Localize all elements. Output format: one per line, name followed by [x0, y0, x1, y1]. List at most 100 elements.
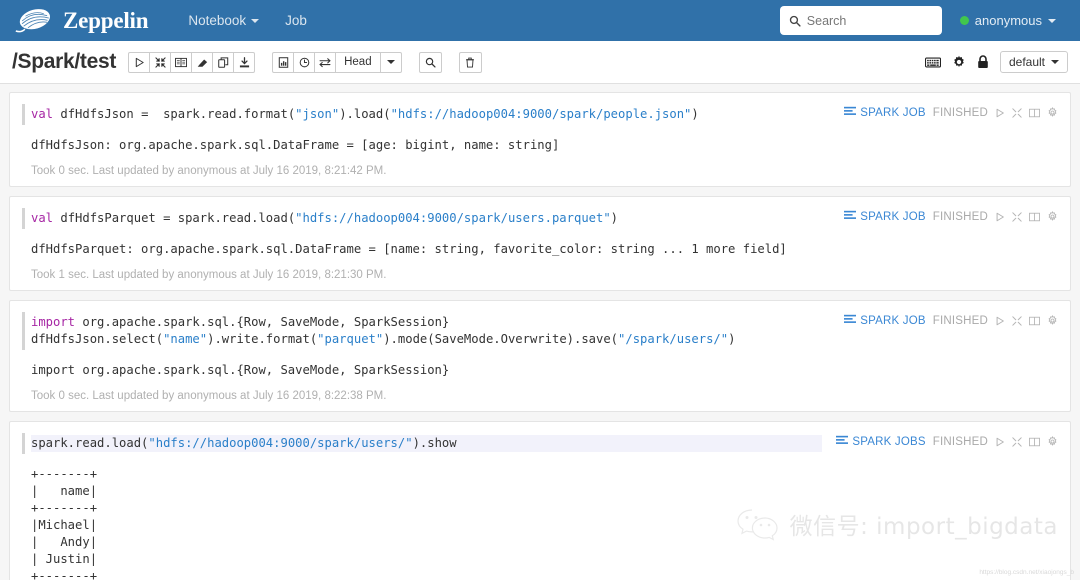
lock-icon[interactable]: [977, 55, 989, 69]
book-icon[interactable]: [1029, 316, 1040, 326]
note-toolbar: /Spark/test Head default: [0, 41, 1080, 84]
search-box[interactable]: [779, 6, 942, 35]
job-list-icon: [844, 210, 857, 223]
paragraph-list: val dfHdfsJson = spark.read.format("json…: [9, 92, 1071, 580]
find-replace-button[interactable]: [418, 51, 442, 73]
run-all-button[interactable]: [128, 51, 151, 73]
collapse-icon[interactable]: [1012, 315, 1022, 326]
job-list-icon: [844, 314, 857, 327]
paragraph-footer: Took 1 sec. Last updated by anonymous at…: [31, 269, 387, 281]
toolbar-right: default: [924, 51, 1068, 73]
status-badge: FINISHED: [932, 435, 988, 448]
nav-item-job[interactable]: Job: [285, 13, 307, 28]
spark-job-link[interactable]: SPARK JOB: [844, 314, 926, 327]
note-action-group: [128, 51, 256, 73]
paragraph-result: dfHdfsJson: org.apache.spark.sql.DataFra…: [31, 138, 560, 152]
nav-links: Notebook Job: [188, 13, 307, 28]
top-navbar: Zeppelin Notebook Job anonymous: [0, 0, 1080, 41]
version-history-button[interactable]: [293, 51, 316, 73]
paragraph[interactable]: import org.apache.spark.sql.{Row, SaveMo…: [9, 300, 1071, 412]
paragraph-controls: [995, 107, 1058, 118]
user-menu[interactable]: anonymous: [959, 13, 1056, 28]
user-status-dot: [959, 16, 969, 25]
status-badge: FINISHED: [932, 106, 988, 119]
brand[interactable]: Zeppelin: [14, 6, 149, 36]
code-text: org.apache.spark.sql.{Row, SaveMode, Spa…: [75, 315, 450, 329]
code-line[interactable]: import org.apache.spark.sql.{Row, SaveMo…: [31, 314, 830, 331]
paragraph-controls: [995, 315, 1058, 326]
code-line[interactable]: val dfHdfsParquet = spark.read.load("hdf…: [31, 210, 830, 227]
spark-job-link[interactable]: SPARK JOB: [844, 106, 926, 119]
gear-icon[interactable]: [1047, 211, 1058, 222]
code-editor[interactable]: spark.read.load("hdfs://hadoop004:9000/s…: [22, 432, 823, 455]
chevron-down-icon: [251, 18, 260, 23]
collapse-icon[interactable]: [1012, 107, 1022, 118]
paragraph-controls: [995, 436, 1058, 447]
code-line[interactable]: val dfHdfsJson = spark.read.format("json…: [31, 106, 830, 123]
job-list-icon: [844, 106, 857, 119]
spark-job-label: SPARK JOB: [860, 106, 926, 119]
delete-note-button[interactable]: [458, 51, 482, 73]
play-icon[interactable]: [995, 212, 1005, 222]
clone-note-button[interactable]: [212, 51, 235, 73]
paragraph[interactable]: spark.read.load("hdfs://hadoop004:9000/s…: [9, 421, 1071, 580]
toggle-revision-button[interactable]: [314, 51, 337, 73]
paragraph[interactable]: val dfHdfsParquet = spark.read.load("hdf…: [9, 196, 1071, 291]
keyboard-icon[interactable]: [924, 57, 941, 68]
nav-item-notebook-label: Notebook: [188, 13, 247, 28]
paragraph-result: +-------+ | name| +-------+ |Michael| | …: [31, 467, 98, 580]
code-line[interactable]: spark.read.load("hdfs://hadoop004:9000/s…: [31, 435, 823, 452]
code-editor[interactable]: val dfHdfsJson = spark.read.format("json…: [22, 103, 830, 126]
collapse-icon[interactable]: [1012, 436, 1022, 447]
revision-dropdown-button[interactable]: [379, 51, 402, 73]
chevron-down-icon: [1051, 60, 1059, 64]
code-editor[interactable]: import org.apache.spark.sql.{Row, SaveMo…: [22, 311, 830, 351]
collapse-all-button[interactable]: [149, 51, 172, 73]
play-icon[interactable]: [995, 437, 1005, 447]
search-icon: [425, 57, 436, 68]
paragraph[interactable]: val dfHdfsJson = spark.read.format("json…: [9, 92, 1071, 187]
gear-icon[interactable]: [1047, 436, 1058, 447]
spark-job-link[interactable]: SPARK JOBS: [836, 435, 926, 448]
spark-job-link[interactable]: SPARK JOB: [844, 210, 926, 223]
chevron-down-icon: [1048, 18, 1056, 23]
book-icon[interactable]: [1029, 437, 1040, 447]
gear-icon[interactable]: [1047, 315, 1058, 326]
export-note-button[interactable]: [233, 51, 256, 73]
clear-output-button[interactable]: [191, 51, 214, 73]
job-list-icon: [836, 435, 849, 448]
notebook-body: val dfHdfsJson = spark.read.format("json…: [0, 84, 1080, 580]
page-title: /Spark/test: [12, 50, 117, 73]
navbar-right: anonymous: [779, 6, 1066, 35]
code-line[interactable]: dfHdfsJson.select("name").write.format("…: [31, 331, 830, 348]
paragraph-header: val dfHdfsJson = spark.read.format("json…: [10, 103, 1070, 126]
search-icon: [789, 15, 801, 27]
code-string: "/spark/users/": [618, 332, 729, 346]
paragraph-status: SPARK JOB FINISHED: [844, 103, 1058, 119]
gear-icon[interactable]: [952, 55, 966, 69]
interpreter-binding-dropdown[interactable]: default: [999, 51, 1068, 73]
book-icon[interactable]: [1029, 212, 1040, 222]
paragraph-status: SPARK JOBS FINISHED: [836, 432, 1058, 448]
play-icon[interactable]: [995, 108, 1005, 118]
report-view-button[interactable]: [272, 51, 295, 73]
show-hide-code-button[interactable]: [170, 51, 193, 73]
play-icon[interactable]: [995, 316, 1005, 326]
code-string: "parquet": [317, 332, 384, 346]
interpreter-binding-label: default: [1008, 55, 1045, 69]
spark-job-label: SPARK JOB: [860, 314, 926, 327]
code-editor[interactable]: val dfHdfsParquet = spark.read.load("hdf…: [22, 207, 830, 230]
code-keyword: import: [31, 315, 76, 329]
collapse-icon[interactable]: [1012, 211, 1022, 222]
search-input[interactable]: [806, 13, 933, 28]
eraser-icon: [197, 59, 208, 67]
code-text: ): [610, 211, 619, 225]
nav-item-notebook[interactable]: Notebook: [188, 13, 260, 28]
user-name: anonymous: [974, 13, 1042, 28]
paragraph-status: SPARK JOB FINISHED: [844, 311, 1058, 327]
code-string: "name": [163, 332, 208, 346]
book-icon[interactable]: [1029, 108, 1040, 118]
revision-label[interactable]: Head: [335, 51, 381, 73]
book-icon: [175, 57, 188, 67]
gear-icon[interactable]: [1047, 107, 1058, 118]
